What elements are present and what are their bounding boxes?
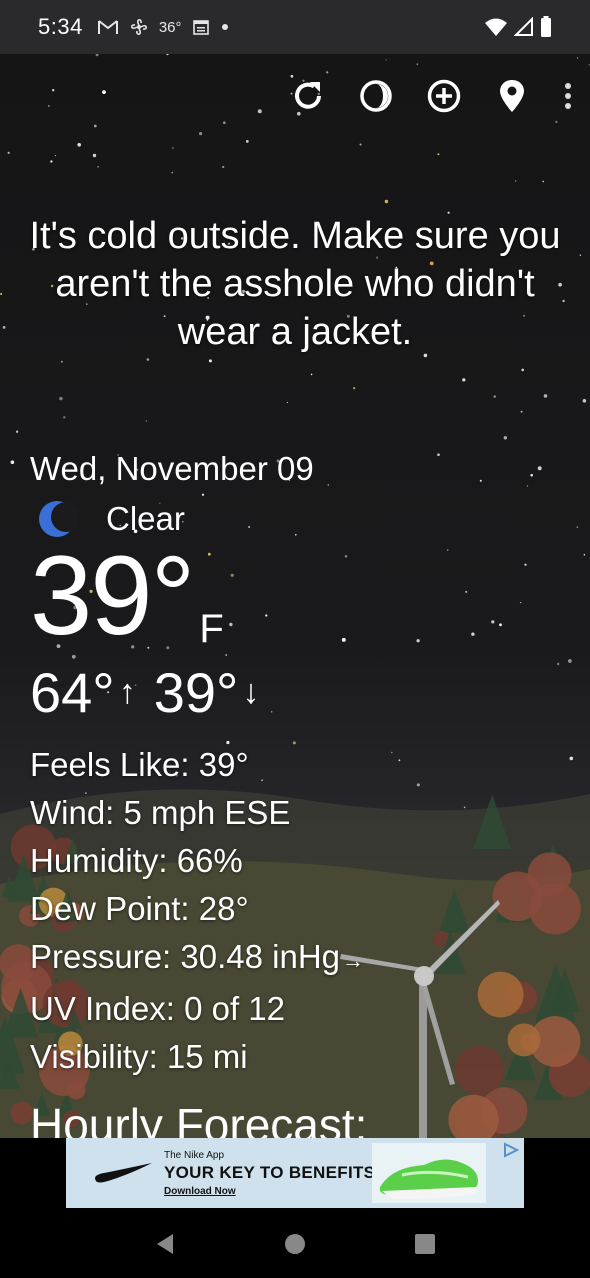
navigation-bar xyxy=(0,1214,590,1278)
ad-text: The Nike App YOUR KEY TO BENEFITS Downlo… xyxy=(164,1150,375,1197)
high-temperature: 64° xyxy=(30,661,115,724)
dew-point: Dew Point: 28° xyxy=(30,890,249,927)
high-low: 64° ↑ 39° ↓ xyxy=(30,660,364,725)
battery-icon xyxy=(541,16,551,37)
temperature-unit: F xyxy=(199,607,224,651)
home-button[interactable] xyxy=(283,1232,307,1261)
nike-logo xyxy=(95,1163,152,1183)
dot-icon xyxy=(221,24,228,30)
uv-index: UV Index: 0 of 12 xyxy=(30,990,285,1027)
ad-app-name: The Nike App xyxy=(164,1149,225,1161)
adchoices-icon[interactable] xyxy=(502,1142,520,1158)
refresh-icon xyxy=(295,82,321,109)
location-button[interactable] xyxy=(492,76,532,116)
feels-like: Feels Like: 39° xyxy=(30,746,249,783)
calendar-icon xyxy=(192,20,209,35)
theme-icon xyxy=(360,80,392,112)
low-arrow-icon: ↓ xyxy=(242,673,260,711)
notification-icons: 36° xyxy=(97,17,230,37)
date-label: Wed, November 09 xyxy=(30,450,314,487)
add-location-icon xyxy=(427,79,461,113)
weather-scene: It's cold outside. Make sure you aren't … xyxy=(0,54,590,1138)
back-button[interactable] xyxy=(153,1232,177,1261)
theme-button[interactable] xyxy=(356,76,396,116)
pressure-row: Pressure: 30.48 inHg→ xyxy=(30,933,364,985)
hourly-forecast-heading: Hourly Forecast: xyxy=(30,1099,368,1138)
current-temperature: 39° xyxy=(30,533,195,658)
gmail-icon xyxy=(97,20,118,34)
high-arrow-icon: ↑ xyxy=(118,673,136,711)
status-time: 5:34 xyxy=(38,14,83,39)
ad-banner[interactable]: The Nike App YOUR KEY TO BENEFITS Downlo… xyxy=(66,1138,524,1208)
add-location-button[interactable] xyxy=(424,76,464,116)
wifi-icon xyxy=(485,18,507,36)
signal-icon xyxy=(514,17,533,36)
more-options-button[interactable] xyxy=(560,76,576,116)
ad-cta[interactable]: Download Now xyxy=(164,1186,375,1197)
fan-icon xyxy=(130,19,147,35)
wind: Wind: 5 mph ESE xyxy=(30,794,291,831)
recents-button[interactable] xyxy=(413,1232,437,1261)
status-temp: 36° xyxy=(158,18,182,36)
status-bar: 5:34 36° xyxy=(0,0,590,54)
location-pin-icon xyxy=(500,80,524,112)
current-conditions: Wed, November 09 Clear 39° F 64° ↑ 39° ↓… xyxy=(30,450,364,1081)
low-temperature: 39° xyxy=(153,661,239,724)
home-icon xyxy=(285,1233,305,1254)
toolbar xyxy=(288,76,576,116)
temperature-row: 39° F xyxy=(30,540,364,652)
more-vert-icon xyxy=(565,83,571,109)
system-icons xyxy=(484,16,552,38)
back-icon xyxy=(157,1233,173,1254)
humidity: Humidity: 66% xyxy=(30,842,243,879)
refresh-button[interactable] xyxy=(288,76,328,116)
ad-banner-area: The Nike App YOUR KEY TO BENEFITS Downlo… xyxy=(0,1138,590,1214)
recents-icon xyxy=(415,1233,435,1254)
ad-title: YOUR KEY TO BENEFITS xyxy=(164,1162,376,1182)
visibility: Visibility: 15 mi xyxy=(30,1038,248,1075)
pressure-trend-icon: → xyxy=(342,948,365,973)
pressure: Pressure: 30.48 inHg xyxy=(30,938,341,975)
details-list: Feels Like: 39° Wind: 5 mph ESE Humidity… xyxy=(30,741,364,1081)
shoe-image xyxy=(372,1143,486,1203)
headline-message: It's cold outside. Make sure you aren't … xyxy=(29,215,561,353)
